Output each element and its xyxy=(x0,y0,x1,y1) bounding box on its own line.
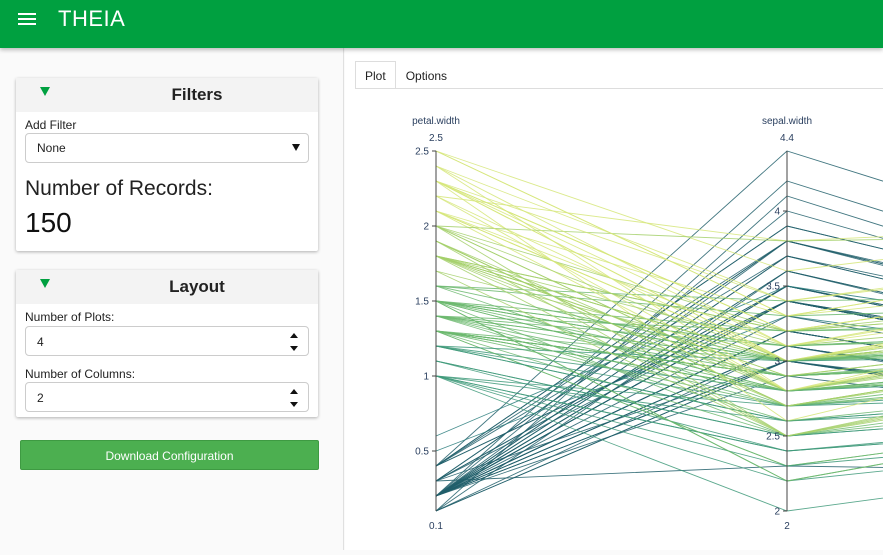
filters-title: Filters xyxy=(171,85,223,104)
parallel-coordinates-plot[interactable]: petal.width 2.5 0.1 0.5 1 1.5 2 2.5 sepal.width 4… xyxy=(345,96,883,550)
filters-header: Filters xyxy=(16,78,318,112)
records-label: Number of Records: xyxy=(25,177,213,200)
tick-label: 3.5 xyxy=(766,282,780,293)
app-title: THEIA xyxy=(58,6,126,31)
data-line xyxy=(435,240,883,392)
layout-title: Layout xyxy=(169,277,225,296)
caret-down-icon xyxy=(292,144,300,151)
tab-bar: Plot Options xyxy=(355,61,457,89)
axis-range-max: 4.4 xyxy=(780,133,794,144)
plots-stepper[interactable]: 4 xyxy=(25,326,309,356)
tab-divider xyxy=(355,88,883,89)
plots-label: Number of Plots: xyxy=(25,310,115,324)
sidebar: Filters Add Filter None Number of Record… xyxy=(0,48,344,550)
tick-label: 2.5 xyxy=(415,147,429,158)
columns-label: Number of Columns: xyxy=(25,367,136,381)
tick-label: 3 xyxy=(774,357,780,368)
download-configuration-button[interactable]: Download Configuration xyxy=(20,440,319,470)
records-count: 150 xyxy=(25,207,72,238)
add-filter-select[interactable]: None xyxy=(25,133,309,163)
axis-range-max: 2.5 xyxy=(429,133,443,144)
layout-header: Layout xyxy=(16,270,318,304)
filters-card: Filters Add Filter None Number of Record… xyxy=(16,78,318,251)
add-filter-value: None xyxy=(37,141,66,155)
spin-up-icon[interactable] xyxy=(290,333,298,338)
columns-value: 2 xyxy=(37,391,44,405)
axis-label: sepal.width xyxy=(762,116,812,127)
tick-label: 2.5 xyxy=(766,432,780,443)
columns-stepper[interactable]: 2 xyxy=(25,382,309,412)
axis-label: petal.width xyxy=(412,116,460,127)
tick-label: 2 xyxy=(774,507,780,518)
data-line xyxy=(435,195,883,242)
data-line xyxy=(435,195,883,392)
main-panel: Plot Options petal.width 2.5 0.1 0.5 1 1.5 2 2.… xyxy=(345,48,883,550)
axis-range-min: 0.1 xyxy=(429,521,443,532)
axis-range-min: 2 xyxy=(784,521,790,532)
tab-options[interactable]: Options xyxy=(396,61,457,89)
spin-down-icon[interactable] xyxy=(290,402,298,407)
plots-value: 4 xyxy=(37,335,44,349)
tab-plot[interactable]: Plot xyxy=(355,61,396,89)
add-filter-label: Add Filter xyxy=(25,118,77,132)
tick-label: 1.5 xyxy=(415,297,429,308)
spin-down-icon[interactable] xyxy=(290,346,298,351)
tick-label: 1 xyxy=(423,372,429,383)
tick-label: 2 xyxy=(423,222,429,233)
tick-label: 4 xyxy=(774,207,780,218)
polyline-group xyxy=(435,150,883,512)
plot-svg[interactable]: petal.width 2.5 0.1 0.5 1 1.5 2 2.5 sepal.width 4… xyxy=(345,96,883,550)
app-bar: THEIA xyxy=(0,0,883,48)
layout-card: Layout Number of Plots: 4 Number of Colu… xyxy=(16,270,318,417)
spin-up-icon[interactable] xyxy=(290,389,298,394)
data-line xyxy=(435,150,883,272)
tick-label: 0.5 xyxy=(415,447,429,458)
menu-icon[interactable] xyxy=(18,10,40,28)
